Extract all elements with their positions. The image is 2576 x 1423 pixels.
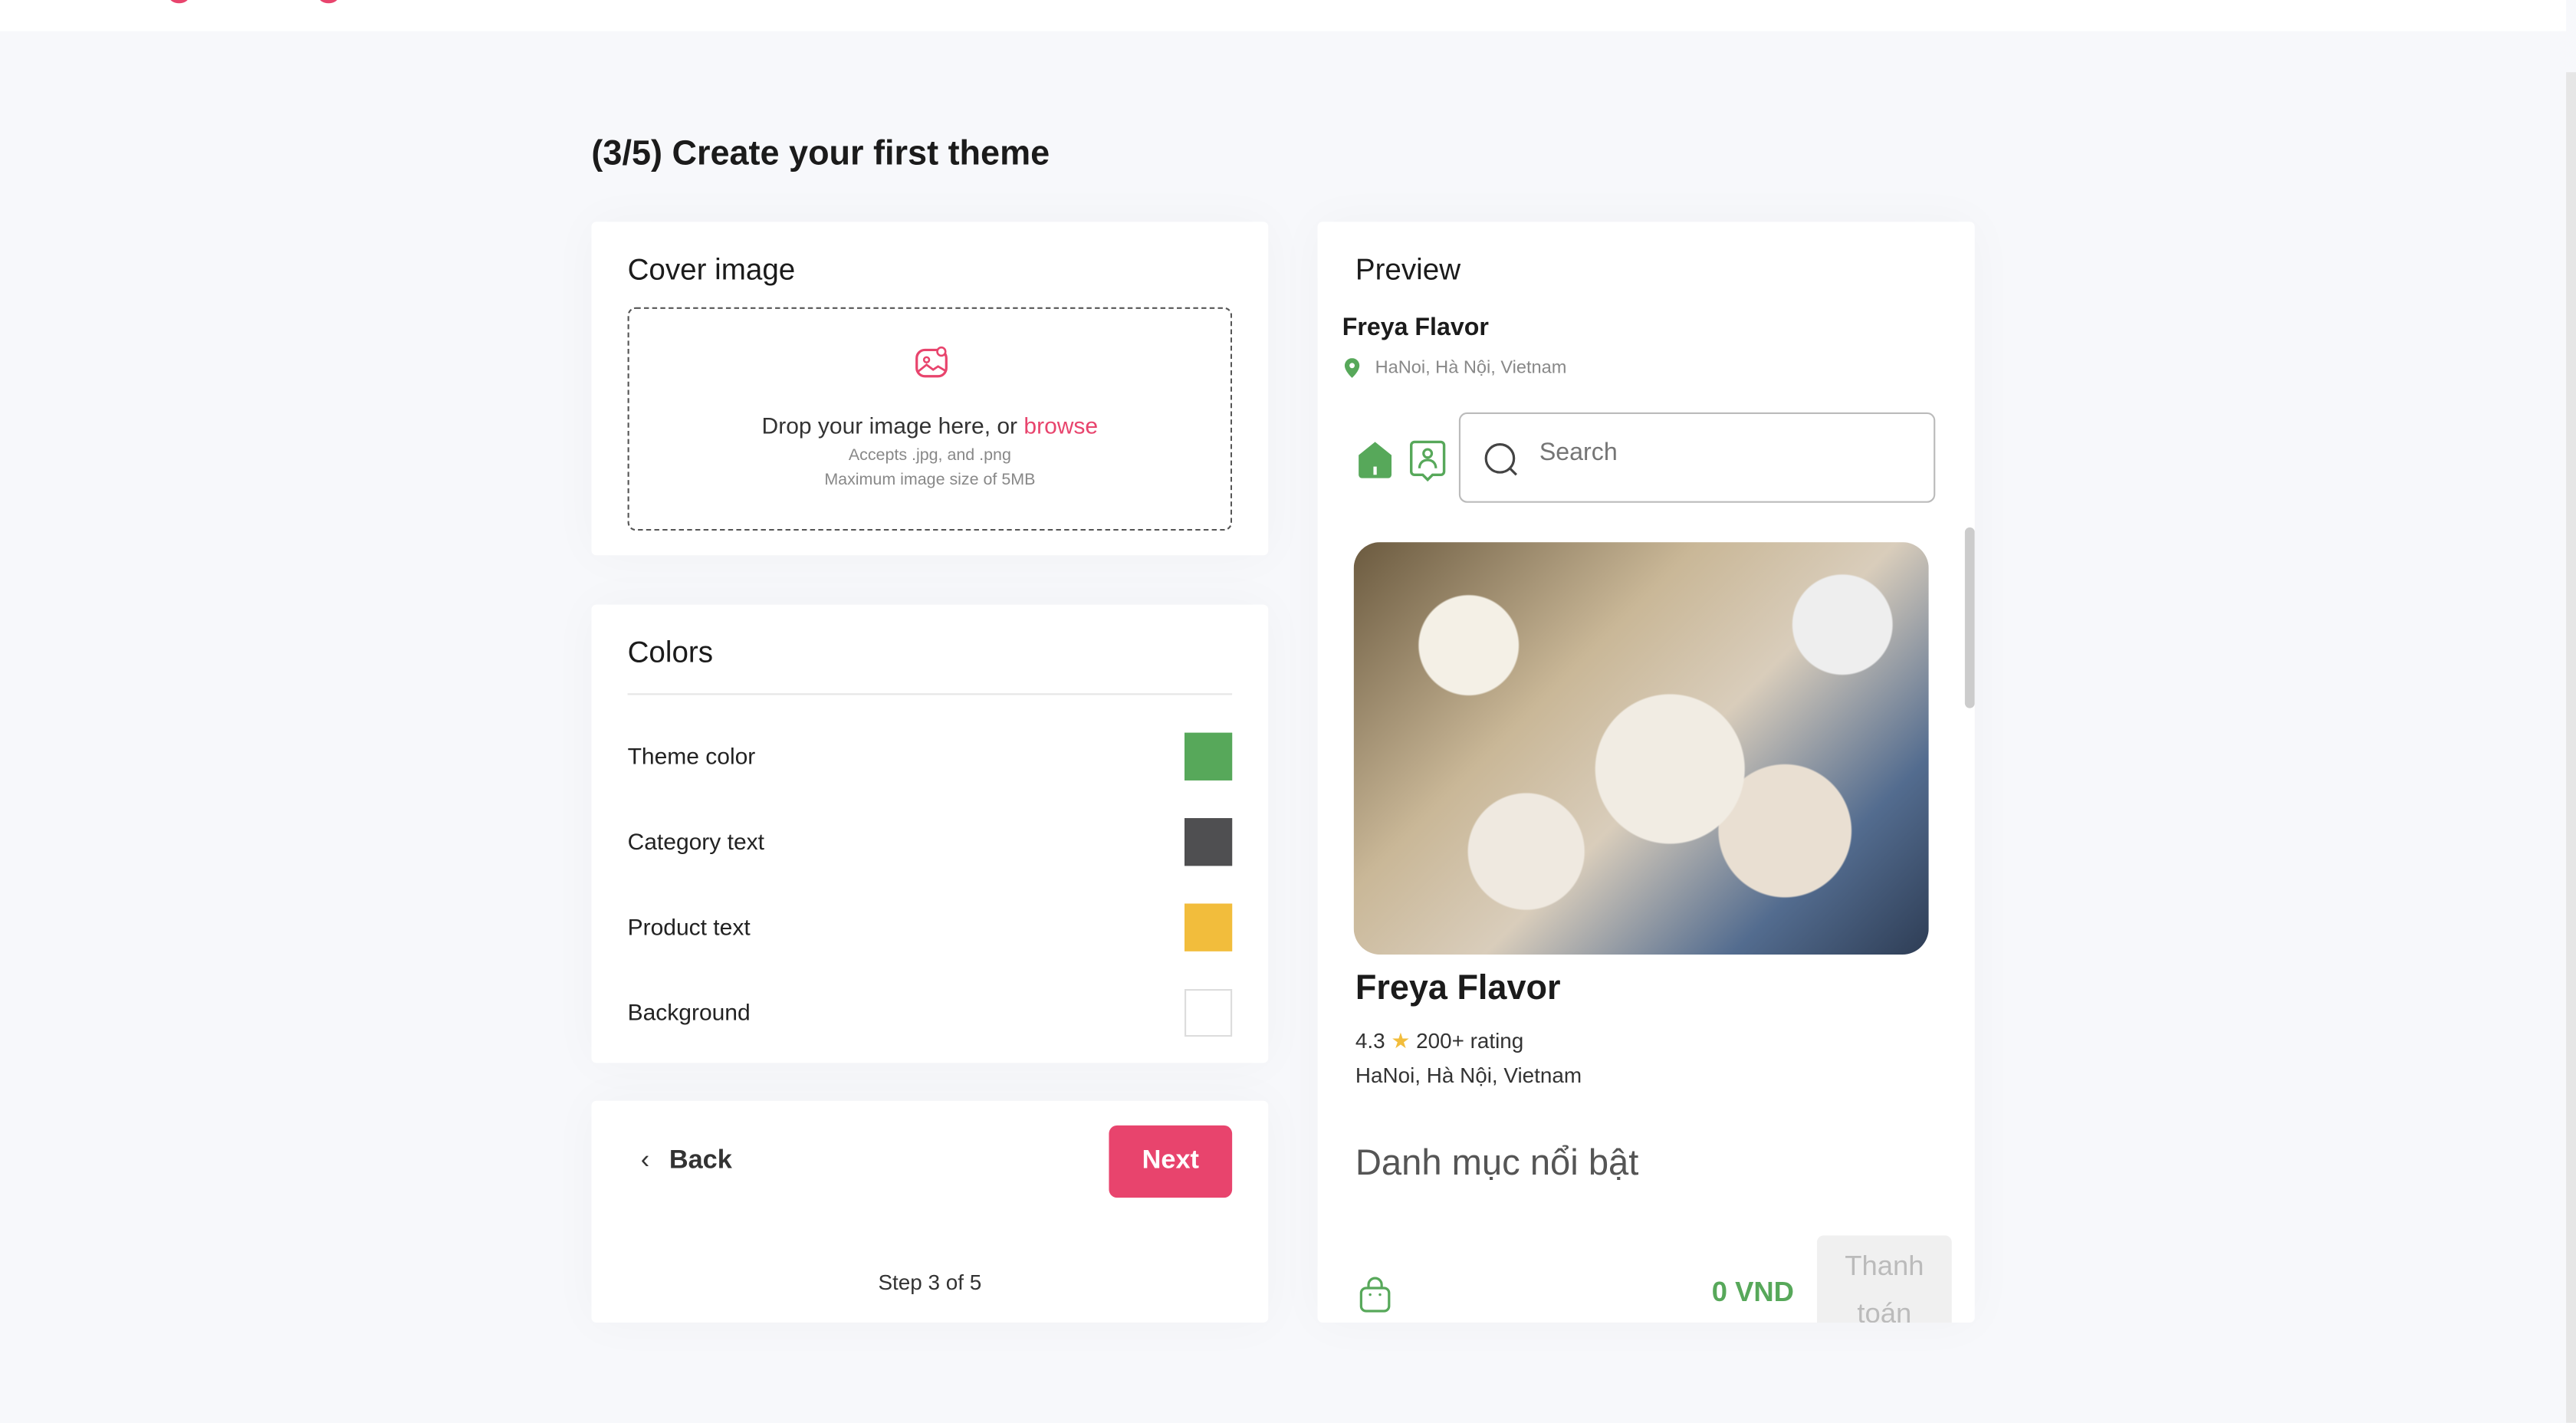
location-pin-icon [1344,358,1360,378]
search-icon [1484,443,1517,476]
star-icon: ★ [1391,1028,1411,1053]
max-size-text: Maximum image size of 5MB [824,472,1036,490]
drop-text: Drop your image here, or browse [629,412,1230,439]
store-name: Freya Flavor [1342,314,1489,342]
preview-scrollbar[interactable] [1964,527,1975,708]
cover-photo [1353,542,1929,955]
colors-heading: Colors [627,636,714,669]
cover-heading: Cover image [627,253,796,286]
logo-dot [318,0,339,4]
colors-card: Colors Theme color Category text Product… [591,604,1269,1063]
color-label: Background [627,998,751,1026]
search-box[interactable] [1458,412,1936,503]
color-label: Category text [627,828,764,855]
navigation-card: ‹ Back Next Step 3 of 5 [591,1100,1269,1323]
cart-total: 0 VND [1711,1277,1795,1308]
store-location: HaNoi, Hà Nội, Vietnam [1375,358,1567,378]
drop-label: Drop your image here, or [761,412,1024,439]
page-title: (3/5) Create your first theme [591,134,1050,173]
rating-text: 200+ rating [1416,1028,1524,1053]
back-button[interactable]: ‹ Back [641,1147,732,1177]
restaurant-title: Freya Flavor [1355,969,1561,1007]
divider [627,693,1233,695]
color-label: Product text [627,913,751,940]
shopping-bag-icon[interactable] [1359,1277,1392,1313]
scrollbar-thumb[interactable] [2566,72,2576,1423]
checkout-button[interactable]: Thanh toán [1817,1235,1952,1323]
back-label: Back [669,1146,732,1175]
page: (3/5) Create your first theme Cover imag… [0,0,2576,1423]
image-dropzone[interactable]: Drop your image here, or browse Accepts … [627,307,1233,531]
color-swatch[interactable] [1184,818,1233,866]
restaurant-address: HaNoi, Hà Nội, Vietnam [1355,1063,1582,1088]
logo-dot [169,0,189,4]
color-row-category: Category text [628,818,1233,867]
page-scrollbar[interactable] [2566,72,2576,1423]
profile-icon[interactable] [1410,440,1446,483]
step-indicator: Step 3 of 5 [878,1270,982,1295]
color-swatch[interactable] [1184,989,1233,1037]
preview-card: Preview Freya Flavor HaNoi, Hà Nội, Viet… [1317,222,1975,1323]
color-row-background: Background [628,989,1233,1038]
preview-heading: Preview [1355,253,1461,286]
next-button[interactable]: Next [1109,1125,1233,1198]
search-input[interactable] [1536,437,1904,468]
image-upload-icon [915,346,948,378]
color-swatch[interactable] [1184,903,1233,951]
top-bar [0,0,2567,31]
color-swatch[interactable] [1184,732,1233,781]
browse-link[interactable]: browse [1024,412,1098,439]
rating-row: 4.3 ★ 200+ rating [1355,1028,1523,1054]
color-label: Theme color [627,742,756,769]
accepts-text: Accepts .jpg, and .png [848,446,1011,465]
color-row-product: Product text [627,903,1233,953]
featured-categories-heading: Danh mục nổi bật [1355,1142,1639,1183]
chevron-left-icon: ‹ [640,1146,650,1175]
cover-image-card: Cover image Drop your image here, or bro… [591,222,1269,556]
rating-value: 4.3 [1355,1028,1385,1053]
color-row-theme: Theme color [627,732,1233,782]
home-icon[interactable] [1357,440,1393,479]
